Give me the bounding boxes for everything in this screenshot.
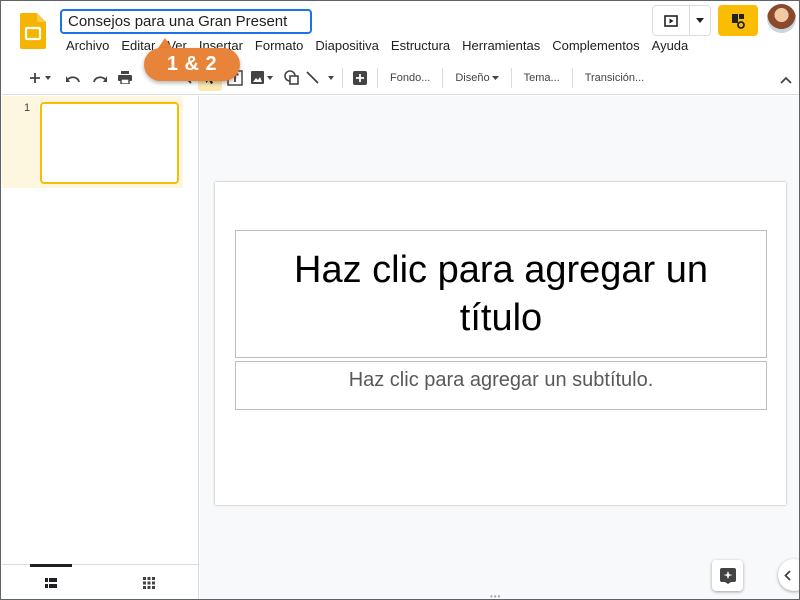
layout-button[interactable]: Diseño bbox=[447, 65, 506, 91]
filmstrip-slide-row[interactable]: 1 bbox=[2, 96, 183, 188]
print-icon bbox=[118, 71, 132, 84]
app-window: Consejos para una Gran Present Archivo E… bbox=[0, 0, 800, 600]
slide-thumbnail[interactable] bbox=[40, 102, 179, 184]
present-button-group bbox=[652, 5, 711, 36]
chevron-down-icon bbox=[491, 75, 499, 80]
slide-canvas[interactable]: Haz clic para agregar un título Haz clic… bbox=[215, 182, 786, 505]
insert-image-button[interactable] bbox=[248, 65, 278, 91]
toolbar-divider bbox=[571, 67, 573, 88]
print-button[interactable] bbox=[112, 65, 138, 91]
menu-estructura[interactable]: Estructura bbox=[385, 37, 456, 55]
view-tabs bbox=[2, 564, 198, 599]
line-icon bbox=[306, 71, 334, 84]
menu-archivo[interactable]: Archivo bbox=[60, 37, 115, 55]
share-button[interactable] bbox=[718, 5, 758, 36]
transition-button[interactable]: Transición... bbox=[577, 65, 653, 91]
undo-button[interactable] bbox=[60, 65, 86, 91]
new-slide-button[interactable] bbox=[22, 65, 60, 91]
slide-canvas-area: Haz clic para agregar un título Haz clic… bbox=[200, 96, 799, 599]
collapse-menus-button[interactable] bbox=[780, 67, 792, 93]
undo-icon bbox=[65, 75, 80, 82]
slide-number: 1 bbox=[24, 102, 31, 114]
new-comment-button[interactable] bbox=[347, 65, 373, 91]
toolbar: Fondo... Diseño Tema... Transición... bbox=[2, 61, 799, 95]
layout-label: Diseño bbox=[455, 71, 490, 84]
subtitle-placeholder[interactable]: Haz clic para agregar un subtítulo. bbox=[235, 361, 767, 410]
share-lock-icon bbox=[732, 13, 745, 29]
speaker-notes-resize-handle[interactable]: ••• bbox=[490, 592, 501, 599]
grid-view-icon bbox=[143, 576, 155, 589]
menu-complementos[interactable]: Complementos bbox=[546, 37, 645, 55]
insert-shape-button[interactable] bbox=[278, 65, 304, 91]
slide-filmstrip: 1 bbox=[2, 96, 199, 599]
list-view-icon bbox=[45, 577, 57, 588]
document-title-input[interactable]: Consejos para una Gran Present bbox=[60, 9, 312, 34]
shape-icon bbox=[283, 70, 299, 85]
title-placeholder[interactable]: Haz clic para agregar un título bbox=[235, 230, 767, 358]
menu-formato[interactable]: Formato bbox=[249, 37, 309, 55]
menu-diapositiva[interactable]: Diapositiva bbox=[309, 37, 385, 55]
chevron-left-icon bbox=[784, 569, 791, 581]
side-panel-toggle[interactable] bbox=[778, 559, 799, 591]
menu-ayuda[interactable]: Ayuda bbox=[646, 37, 695, 55]
grid-view-tab[interactable] bbox=[100, 565, 198, 599]
explore-icon bbox=[719, 567, 736, 584]
image-icon bbox=[251, 71, 273, 84]
new-comment-icon bbox=[353, 70, 367, 85]
toolbar-divider bbox=[510, 67, 512, 88]
explore-button[interactable] bbox=[712, 560, 743, 591]
present-icon bbox=[664, 14, 678, 27]
chevron-up-icon bbox=[780, 76, 792, 84]
menu-herramientas[interactable]: Herramientas bbox=[456, 37, 546, 55]
add-icon bbox=[30, 72, 51, 83]
toolbar-divider bbox=[442, 67, 444, 88]
toolbar-divider bbox=[342, 67, 343, 88]
theme-button[interactable]: Tema... bbox=[516, 65, 568, 91]
present-options-button[interactable] bbox=[690, 6, 710, 35]
slides-logo-icon[interactable] bbox=[20, 13, 46, 49]
redo-button[interactable] bbox=[86, 65, 112, 91]
present-button[interactable] bbox=[653, 6, 690, 35]
redo-icon bbox=[92, 75, 107, 82]
toolbar-divider bbox=[377, 67, 378, 88]
chevron-down-icon bbox=[696, 18, 704, 23]
insert-line-button[interactable] bbox=[304, 65, 338, 91]
user-avatar[interactable] bbox=[767, 4, 796, 33]
step-callout: 1 & 2 bbox=[144, 48, 240, 81]
background-button[interactable]: Fondo... bbox=[382, 65, 438, 91]
filmstrip-view-tab[interactable] bbox=[2, 564, 100, 599]
